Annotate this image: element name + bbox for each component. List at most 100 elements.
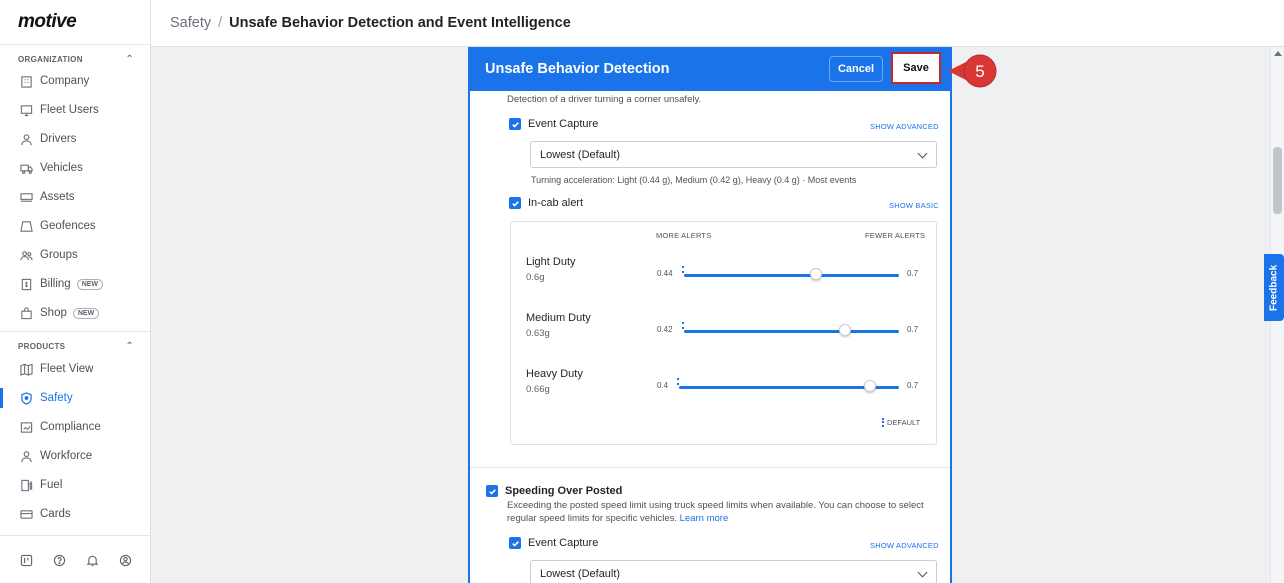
cornering-description: Detection of a driver turning a corner u… <box>507 94 702 105</box>
new-badge: NEW <box>72 307 100 319</box>
sidebar-footer <box>18 552 133 568</box>
shield-icon <box>19 391 33 405</box>
default-legend: DEFAULT <box>882 418 920 427</box>
duty-value: 0.63g <box>526 328 550 339</box>
sidebar-divider <box>0 535 150 536</box>
chevron-up-icon[interactable]: ⌃ <box>125 54 134 65</box>
check-icon <box>511 121 519 128</box>
sidebar-item-workforce[interactable]: Workforce <box>0 443 150 469</box>
apps-icon[interactable] <box>18 552 34 568</box>
event-capture-checkbox[interactable] <box>509 118 521 130</box>
slider-min-label: 0.42 <box>657 325 673 334</box>
default-marker <box>882 418 884 427</box>
sidebar-divider <box>0 44 150 45</box>
step-number: 5 <box>975 62 984 81</box>
chevron-up-icon[interactable]: ⌃ <box>125 341 134 352</box>
sidebar: motive ORGANIZATION ⌃ Company Fleet User… <box>0 0 151 583</box>
compliance-icon <box>19 420 33 434</box>
step-callout: 5 <box>948 54 997 88</box>
chevron-down-icon <box>917 567 928 578</box>
speeding-description-line-2: regular speed limits for specific vehicl… <box>507 513 729 524</box>
speeding-sensitivity-select[interactable]: Lowest (Default) <box>530 560 937 583</box>
slider-min-label: 0.44 <box>657 269 673 278</box>
trailer-icon <box>19 190 33 204</box>
save-button[interactable]: Save <box>903 62 929 74</box>
sidebar-item-cards[interactable]: Cards <box>0 501 150 527</box>
sidebar-divider <box>0 331 150 332</box>
default-marker <box>682 322 684 329</box>
light-duty-slider-thumb[interactable] <box>810 268 823 280</box>
new-badge: NEW <box>76 278 104 290</box>
alert-thresholds-box: MORE ALERTS FEWER ALERTS Light Duty 0.6g… <box>510 221 937 445</box>
motive-logo[interactable]: motive <box>18 11 77 33</box>
panel-title: Unsafe Behavior Detection <box>485 61 670 77</box>
medium-duty-slider-thumb[interactable] <box>839 324 852 336</box>
speeding-over-posted-checkbox[interactable] <box>486 485 498 497</box>
more-alerts-label: MORE ALERTS <box>656 231 712 240</box>
section-products[interactable]: PRODUCTS ⌃ <box>18 341 134 352</box>
sidebar-item-fuel[interactable]: Fuel <box>0 472 150 498</box>
in-cab-alert-checkbox[interactable] <box>509 197 521 209</box>
speeding-event-capture-label: Event Capture <box>528 537 599 549</box>
sidebar-item-drivers[interactable]: Drivers <box>0 126 150 152</box>
section-divider <box>470 467 950 468</box>
sidebar-item-compliance[interactable]: Compliance <box>0 414 150 440</box>
speeding-show-advanced-link[interactable]: SHOW ADVANCED <box>870 541 939 550</box>
light-duty-slider-track[interactable] <box>684 274 899 277</box>
building-icon <box>19 74 33 88</box>
check-icon <box>511 540 519 547</box>
show-basic-link[interactable]: SHOW BASIC <box>889 201 939 210</box>
show-advanced-link[interactable]: SHOW ADVANCED <box>870 122 939 131</box>
bell-icon[interactable] <box>84 552 100 568</box>
speeding-event-capture-checkbox[interactable] <box>509 537 521 549</box>
speeding-description-line-1: Exceeding the posted speed limit using t… <box>507 500 924 511</box>
check-icon <box>511 200 519 207</box>
map-icon <box>19 362 33 376</box>
sensitivity-select[interactable]: Lowest (Default) <box>530 141 937 168</box>
geofence-icon <box>19 219 33 233</box>
sidebar-item-fleet-view[interactable]: Fleet View <box>0 356 150 382</box>
save-button-highlight: Save <box>891 52 941 84</box>
duty-name: Light Duty <box>526 256 576 268</box>
fewer-alerts-label: FEWER ALERTS <box>865 231 926 240</box>
panel-header: Unsafe Behavior Detection Cancel Save <box>470 47 950 91</box>
sensitivity-hint: Turning acceleration: Light (0.44 g), Me… <box>531 175 857 185</box>
account-icon[interactable] <box>117 552 133 568</box>
medium-duty-slider-track[interactable] <box>684 330 899 333</box>
sidebar-item-safety[interactable]: Safety <box>0 385 150 411</box>
check-icon <box>488 488 496 495</box>
feedback-tab[interactable]: Feedback <box>1264 254 1284 321</box>
speeding-over-posted-title: Speeding Over Posted <box>505 485 623 497</box>
sidebar-item-assets[interactable]: Assets <box>0 184 150 210</box>
duty-value: 0.66g <box>526 384 550 395</box>
sidebar-item-shop[interactable]: Shop NEW <box>0 300 150 326</box>
heavy-duty-slider-thumb[interactable] <box>863 380 876 392</box>
card-icon <box>19 507 33 521</box>
scrollbar-thumb[interactable] <box>1273 147 1282 214</box>
unsafe-behavior-panel: Unsafe Behavior Detection Cancel Save De… <box>468 47 952 583</box>
sidebar-item-company[interactable]: Company <box>0 68 150 94</box>
sidebar-item-billing[interactable]: Billing NEW <box>0 271 150 297</box>
scroll-up-arrow-icon[interactable] <box>1274 51 1282 56</box>
duty-name: Heavy Duty <box>526 368 583 380</box>
person-icon <box>19 449 33 463</box>
learn-more-link[interactable]: Learn more <box>680 513 729 524</box>
slider-max-label: 0.7 <box>907 269 919 278</box>
breadcrumb-separator: / <box>218 15 223 31</box>
page-title: Unsafe Behavior Detection and Event Inte… <box>229 15 571 31</box>
in-cab-alert-label: In-cab alert <box>528 197 584 209</box>
event-capture-label: Event Capture <box>528 118 599 130</box>
top-bar: Safety / Unsafe Behavior Detection and E… <box>151 0 1284 47</box>
sidebar-item-geofences[interactable]: Geofences <box>0 213 150 239</box>
cancel-button[interactable]: Cancel <box>829 56 883 82</box>
group-icon <box>19 248 33 262</box>
default-marker <box>677 378 679 385</box>
truck-icon <box>19 161 33 175</box>
fuel-icon <box>19 478 33 492</box>
sidebar-item-groups[interactable]: Groups <box>0 242 150 268</box>
sidebar-item-fleet-users[interactable]: Fleet Users <box>0 97 150 123</box>
sidebar-item-vehicles[interactable]: Vehicles <box>0 155 150 181</box>
breadcrumb-safety[interactable]: Safety <box>170 15 211 31</box>
section-organization[interactable]: ORGANIZATION ⌃ <box>18 54 134 65</box>
help-icon[interactable] <box>51 552 67 568</box>
